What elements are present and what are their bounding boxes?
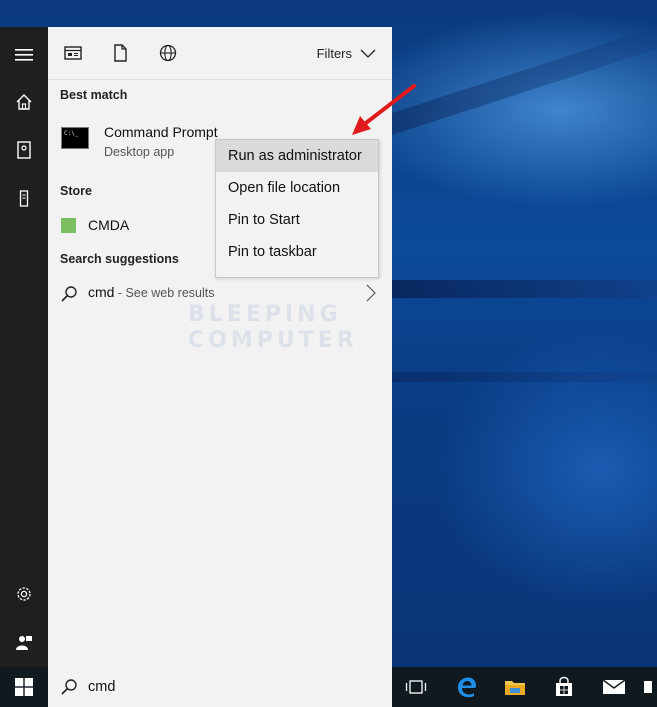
wallpaper-light-beam [392, 280, 657, 298]
search-icon [61, 286, 77, 302]
wallpaper-light-beam [392, 372, 657, 382]
store-result-title: CMDA [88, 217, 130, 233]
suggestion-text: cmd - See web results [88, 284, 215, 300]
context-menu: Run as administrator Open file location … [215, 139, 379, 278]
settings-gear-icon[interactable] [0, 574, 48, 614]
edge-icon [458, 677, 476, 698]
chevron-right-icon[interactable] [366, 284, 376, 302]
file-explorer-button[interactable] [491, 667, 539, 707]
filters-label: Filters [316, 46, 352, 61]
start-left-rail [0, 27, 48, 667]
taskbar-search-box[interactable] [48, 667, 392, 707]
context-menu-item-open-file-location[interactable]: Open file location [216, 172, 378, 204]
mail-app-button[interactable] [590, 667, 638, 707]
result-subtitle: Desktop app [104, 145, 175, 159]
web-globe-icon[interactable] [158, 43, 178, 63]
filters-dropdown[interactable]: Filters [317, 46, 376, 61]
watermark: BLEEPING COMPUTER [188, 302, 368, 354]
watermark-line2: COMPUTER [188, 328, 358, 353]
suggestion-suffix: - See web results [114, 286, 215, 300]
device-tower-icon[interactable] [0, 179, 48, 219]
watermark-line1: BLEEPING [188, 302, 342, 327]
cmda-app-icon [61, 218, 76, 233]
red-arrow-annotation [352, 84, 416, 135]
hamburger-menu-icon[interactable] [0, 35, 48, 75]
wallpaper-light-beam [392, 26, 657, 136]
home-icon[interactable] [0, 82, 48, 122]
search-toolbar: Filters [48, 27, 392, 80]
partial-app-icon [643, 681, 652, 693]
task-view-icon [405, 680, 427, 694]
folder-icon [505, 681, 525, 695]
command-prompt-icon: C:\_ [61, 127, 89, 149]
document-filter-icon[interactable] [110, 43, 130, 63]
search-suggestions-heading: Search suggestions [60, 252, 179, 266]
taskbar [0, 667, 657, 707]
store-heading: Store [60, 184, 92, 198]
store-bag-icon [556, 676, 572, 696]
result-title: Command Prompt [104, 124, 218, 140]
feedback-user-icon[interactable] [0, 622, 48, 662]
search-icon [61, 679, 77, 695]
best-match-heading: Best match [60, 88, 128, 102]
context-menu-item-pin-to-start[interactable]: Pin to Start [216, 204, 378, 236]
apps-filter-icon[interactable] [63, 43, 83, 63]
notebook-icon[interactable] [0, 130, 48, 170]
task-view-button[interactable] [392, 667, 440, 707]
search-input[interactable] [88, 679, 368, 695]
context-menu-item-pin-to-taskbar[interactable]: Pin to taskbar [216, 236, 378, 268]
context-menu-item-run-as-administrator[interactable]: Run as administrator [216, 140, 378, 172]
taskbar-overflow-app[interactable] [636, 667, 657, 707]
suggestion-query: cmd [88, 284, 115, 300]
store-app-button[interactable] [540, 667, 588, 707]
edge-browser-button[interactable] [443, 667, 491, 707]
mail-icon [602, 679, 626, 694]
chevron-down-icon [360, 49, 376, 58]
start-button[interactable] [0, 667, 48, 707]
windows-logo-icon [15, 678, 33, 696]
